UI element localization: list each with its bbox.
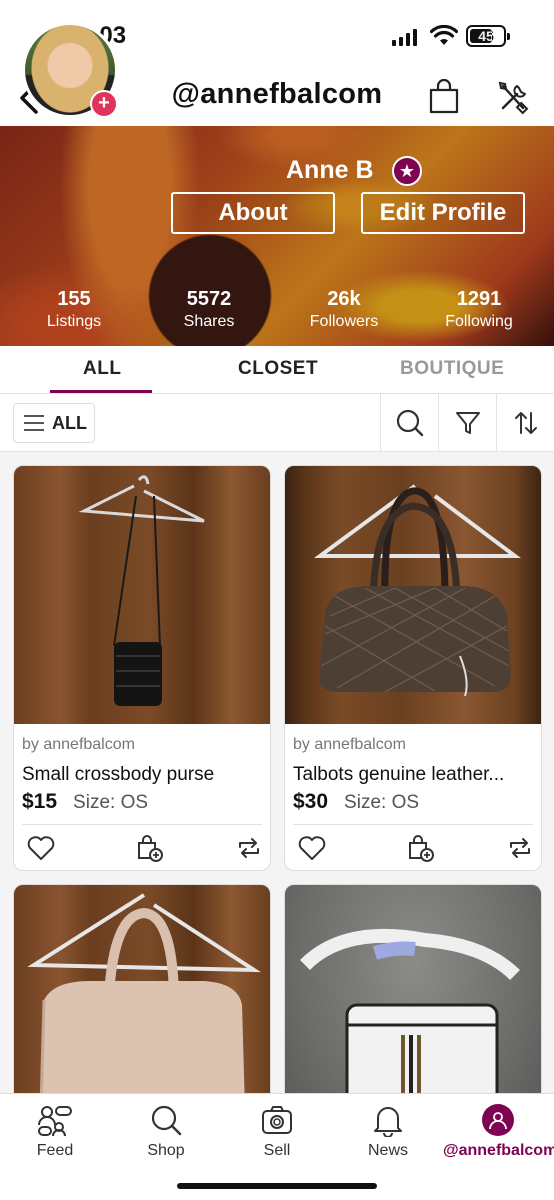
- listing-size: Size: OS: [73, 792, 149, 813]
- stat-value: 1291: [456, 288, 502, 310]
- listing-title[interactable]: Small crossbody purse: [22, 764, 262, 786]
- white-camera-bag-image: [300, 928, 520, 1093]
- tabbar-me[interactable]: @annefbalcom: [443, 1102, 554, 1160]
- filter-button[interactable]: [438, 394, 496, 452]
- tabbar-label: News: [367, 1142, 408, 1159]
- sort-button[interactable]: [496, 394, 554, 452]
- tools-icon[interactable]: [495, 78, 531, 116]
- tab-all[interactable]: ALL: [83, 358, 121, 380]
- menu-icon: [24, 415, 44, 431]
- listing-seller[interactable]: by annefbalcom: [293, 736, 541, 754]
- leather-handbag-image: [313, 484, 521, 697]
- tabbar-news[interactable]: News: [333, 1102, 443, 1160]
- wifi-icon: [430, 25, 458, 45]
- heart-icon[interactable]: [297, 833, 327, 863]
- heart-icon[interactable]: [26, 833, 56, 863]
- tabbar-label: Sell: [263, 1142, 291, 1159]
- listing-grid: by annefbalcom Small crossbody purse $15…: [0, 452, 554, 1093]
- battery-icon: 45: [466, 25, 510, 47]
- tan-tote-image: [27, 893, 261, 1093]
- listing-size: Size: OS: [344, 792, 420, 813]
- tabbar-feed[interactable]: Feed: [0, 1102, 110, 1160]
- crossbody-purse-image: [78, 475, 205, 706]
- bundle-icon[interactable]: [134, 833, 164, 863]
- stat-followers[interactable]: 26k Followers: [284, 288, 404, 331]
- share-icon[interactable]: [234, 833, 264, 863]
- listing-title[interactable]: Talbots genuine leather...: [293, 764, 533, 786]
- listing-card[interactable]: by annefbalcom Talbots genuine leather..…: [284, 465, 542, 871]
- profile-stats: 155 Listings 5572 Shares 26k Followers 1…: [0, 288, 554, 338]
- category-filter-label: ALL: [52, 412, 87, 433]
- sort-icon: [514, 412, 537, 434]
- search-button[interactable]: [380, 394, 438, 452]
- add-photo-icon[interactable]: +: [90, 90, 118, 118]
- star-icon[interactable]: ★: [392, 156, 422, 186]
- tabbar-shop[interactable]: Shop: [111, 1102, 221, 1160]
- stat-value: 155: [57, 288, 91, 310]
- edit-profile-button[interactable]: Edit Profile: [361, 192, 525, 234]
- filter-bar: ALL: [0, 394, 554, 452]
- battery-level: 45: [478, 28, 494, 44]
- share-icon[interactable]: [505, 833, 535, 863]
- stat-label: Shares: [183, 313, 235, 330]
- stat-label: Following: [445, 313, 513, 330]
- feed-icon: [38, 1106, 72, 1137]
- user-icon: [482, 1104, 514, 1136]
- tabbar-label: Feed: [36, 1142, 74, 1159]
- listing-card[interactable]: [13, 884, 271, 1093]
- stat-label: Followers: [309, 313, 379, 330]
- tab-boutique[interactable]: BOUTIQUE: [400, 358, 504, 380]
- category-filter-button[interactable]: ALL: [13, 403, 95, 443]
- listing-seller[interactable]: by annefbalcom: [22, 736, 270, 754]
- bundle-icon[interactable]: [405, 833, 435, 863]
- cellular-signal-icon: [392, 28, 417, 46]
- filter-icon: [455, 412, 480, 434]
- bell-icon: [374, 1107, 402, 1137]
- stat-value: 26k: [327, 288, 361, 310]
- listing-photo[interactable]: [285, 885, 541, 1093]
- tabbar-label: Shop: [147, 1142, 185, 1159]
- listing-price: $15: [22, 790, 58, 813]
- shopping-bag-icon[interactable]: [427, 78, 461, 116]
- listing-price: $30: [293, 790, 329, 813]
- listing-photo[interactable]: [14, 885, 270, 1093]
- stat-shares[interactable]: 5572 Shares: [149, 288, 269, 331]
- tab-closet[interactable]: CLOSET: [238, 358, 318, 380]
- tabbar-label: @annefbalcom: [443, 1142, 554, 1159]
- tabbar-sell[interactable]: Sell: [222, 1102, 332, 1160]
- listing-actions: [293, 824, 533, 870]
- about-button[interactable]: About: [171, 192, 335, 234]
- active-tab-indicator: [50, 390, 152, 393]
- home-indicator[interactable]: [177, 1183, 377, 1189]
- closet-tabs: ALL CLOSET BOUTIQUE: [0, 346, 554, 394]
- profile-name: Anne B: [286, 156, 374, 184]
- stat-label: Listings: [46, 313, 102, 330]
- shop-icon: [151, 1105, 182, 1136]
- listing-actions: [22, 824, 262, 870]
- camera-icon: [262, 1106, 292, 1134]
- stat-following[interactable]: 1291 Following: [419, 288, 539, 331]
- stat-listings[interactable]: 155 Listings: [14, 288, 134, 331]
- search-icon: [396, 409, 423, 437]
- listing-card[interactable]: by annefbalcom Small crossbody purse $15…: [13, 465, 271, 871]
- listing-photo[interactable]: [14, 466, 270, 724]
- stat-value: 5572: [186, 288, 232, 310]
- listing-card[interactable]: [284, 884, 542, 1093]
- listing-photo[interactable]: [285, 466, 541, 724]
